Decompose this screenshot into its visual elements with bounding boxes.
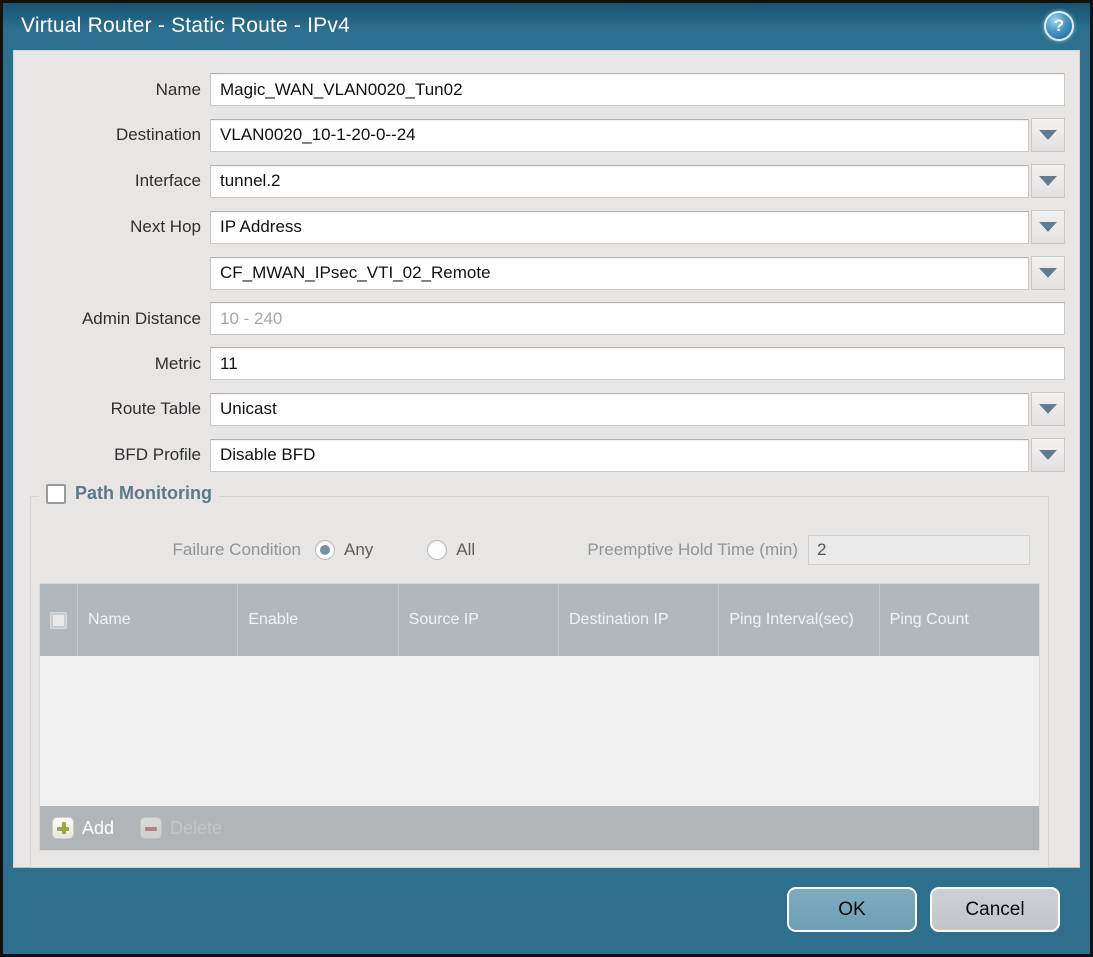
dialog-body: Name Destination Interface Next Hop bbox=[13, 50, 1080, 868]
chevron-down-icon bbox=[1039, 450, 1057, 460]
column-header-destination-ip: Destination IP bbox=[558, 584, 718, 656]
route-table-dropdown-button[interactable] bbox=[1031, 392, 1065, 426]
column-header-name: Name bbox=[77, 584, 237, 656]
destination-label: Destination bbox=[14, 125, 210, 145]
column-header-ping-interval: Ping Interval(sec) bbox=[718, 584, 878, 656]
table-header-checkbox-cell bbox=[40, 584, 77, 656]
cancel-button[interactable]: Cancel bbox=[930, 887, 1060, 932]
column-header-enable: Enable bbox=[237, 584, 397, 656]
route-table-input[interactable] bbox=[210, 393, 1029, 426]
delete-button: Delete bbox=[140, 817, 222, 839]
name-input[interactable] bbox=[210, 73, 1065, 106]
path-monitoring-legend: Path Monitoring bbox=[39, 483, 219, 504]
chevron-down-icon bbox=[1039, 268, 1057, 278]
preemptive-hold-time-label: Preemptive Hold Time (min) bbox=[587, 540, 798, 560]
form-row-destination: Destination bbox=[14, 118, 1065, 152]
failure-condition-all-label: All bbox=[456, 540, 475, 560]
column-header-ping-count: Ping Count bbox=[879, 584, 1039, 656]
interface-label: Interface bbox=[14, 171, 210, 191]
failure-condition-row: Failure Condition Any All Preemptive Hol… bbox=[39, 535, 1040, 565]
route-table-label: Route Table bbox=[14, 399, 210, 419]
table-body-empty bbox=[40, 656, 1039, 806]
ok-button[interactable]: OK bbox=[787, 887, 917, 932]
interface-input[interactable] bbox=[210, 165, 1029, 198]
destination-dropdown-button[interactable] bbox=[1031, 118, 1065, 152]
path-monitoring-section: Path Monitoring Failure Condition Any Al… bbox=[30, 496, 1049, 868]
form-row-admin-distance: Admin Distance bbox=[14, 302, 1065, 335]
failure-condition-label: Failure Condition bbox=[39, 540, 301, 560]
form-row-metric: Metric bbox=[14, 347, 1065, 380]
dialog-footer: OK Cancel bbox=[3, 868, 1090, 932]
bfd-profile-label: BFD Profile bbox=[14, 445, 210, 465]
failure-condition-any-radio bbox=[315, 540, 335, 560]
add-button[interactable]: Add bbox=[52, 817, 114, 839]
path-monitoring-checkbox[interactable] bbox=[46, 484, 66, 504]
dialog-titlebar: Virtual Router - Static Route - IPv4 ? bbox=[3, 3, 1090, 48]
path-monitoring-title: Path Monitoring bbox=[75, 483, 212, 504]
chevron-down-icon bbox=[1039, 130, 1057, 140]
add-button-label: Add bbox=[82, 818, 114, 839]
delete-icon bbox=[140, 817, 162, 839]
name-label: Name bbox=[14, 80, 210, 100]
select-all-checkbox bbox=[50, 612, 67, 629]
add-icon bbox=[52, 817, 74, 839]
preemptive-hold-time-group: Preemptive Hold Time (min) bbox=[587, 535, 1030, 565]
chevron-down-icon bbox=[1039, 404, 1057, 414]
bfd-profile-dropdown-button[interactable] bbox=[1031, 438, 1065, 472]
table-header: Name Enable Source IP Destination IP Pin… bbox=[40, 584, 1039, 656]
form-row-next-hop-address bbox=[14, 256, 1065, 290]
next-hop-label: Next Hop bbox=[14, 217, 210, 237]
admin-distance-input[interactable] bbox=[210, 302, 1065, 335]
next-hop-address-input[interactable] bbox=[210, 257, 1029, 290]
chevron-down-icon bbox=[1039, 222, 1057, 232]
next-hop-type-dropdown-button[interactable] bbox=[1031, 210, 1065, 244]
interface-dropdown-button[interactable] bbox=[1031, 164, 1065, 198]
dialog-title: Virtual Router - Static Route - IPv4 bbox=[21, 14, 350, 38]
next-hop-address-dropdown-button[interactable] bbox=[1031, 256, 1065, 290]
column-header-source-ip: Source IP bbox=[398, 584, 558, 656]
form-row-interface: Interface bbox=[14, 164, 1065, 198]
admin-distance-label: Admin Distance bbox=[14, 309, 210, 329]
form-row-next-hop: Next Hop bbox=[14, 210, 1065, 244]
preemptive-hold-time-input bbox=[808, 535, 1030, 565]
failure-condition-all-radio bbox=[427, 540, 447, 560]
form-row-bfd-profile: BFD Profile bbox=[14, 438, 1065, 472]
path-monitoring-table: Name Enable Source IP Destination IP Pin… bbox=[39, 583, 1040, 851]
form-row-route-table: Route Table bbox=[14, 392, 1065, 426]
static-route-dialog: Virtual Router - Static Route - IPv4 ? N… bbox=[0, 0, 1093, 957]
next-hop-type-input[interactable] bbox=[210, 211, 1029, 244]
form-row-name: Name bbox=[14, 73, 1065, 106]
metric-label: Metric bbox=[14, 354, 210, 374]
destination-input[interactable] bbox=[210, 119, 1029, 152]
failure-condition-any-label: Any bbox=[344, 540, 373, 560]
table-toolbar: Add Delete bbox=[40, 806, 1039, 850]
chevron-down-icon bbox=[1039, 176, 1057, 186]
delete-button-label: Delete bbox=[170, 818, 222, 839]
help-icon[interactable]: ? bbox=[1044, 11, 1074, 41]
bfd-profile-input[interactable] bbox=[210, 439, 1029, 472]
metric-input[interactable] bbox=[210, 347, 1065, 380]
